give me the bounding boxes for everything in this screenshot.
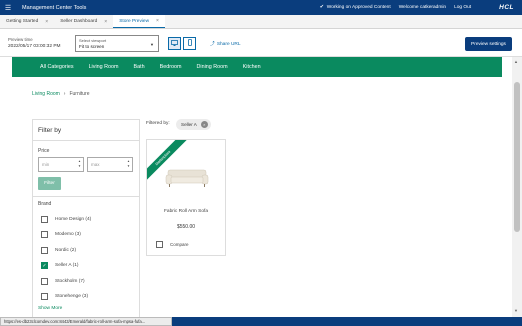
filter-panel: Filter by Price min ▲ ▼ max ▲ ▼ Filter Bra… — [32, 119, 140, 317]
checkbox[interactable] — [156, 241, 163, 248]
chevron-down-icon: ▼ — [150, 42, 154, 47]
mobile-view-button[interactable] — [183, 37, 196, 50]
tab-label: Store Preview — [119, 18, 150, 24]
checkbox[interactable] — [41, 247, 48, 254]
brand-option[interactable]: Stonehenge (3) — [41, 292, 88, 301]
breadcrumb-separator: › — [63, 91, 66, 97]
preview-settings-button[interactable]: Preview settings — [465, 37, 512, 51]
checkbox[interactable] — [41, 293, 48, 300]
scroll-up-icon[interactable]: ▲ — [514, 59, 518, 64]
nav-item-bedroom[interactable]: Bedroom — [160, 64, 182, 70]
product-card[interactable]: Marketplace Fabric Roll Arm Sofa $550.00… — [146, 139, 226, 256]
hcl-logo: HCL — [499, 4, 514, 11]
close-icon[interactable]: × — [200, 121, 208, 128]
breadcrumb-link[interactable]: Living Room — [32, 91, 60, 97]
close-icon[interactable]: × — [45, 19, 48, 25]
brand-option-label: Modemo (3) — [55, 232, 81, 237]
brand-option-label: Nordic (2) — [55, 248, 77, 253]
close-icon[interactable]: × — [104, 19, 107, 25]
desktop-icon — [171, 39, 178, 48]
breadcrumb-current: Furniture — [69, 91, 90, 97]
filter-chip: Seller A × — [176, 119, 211, 130]
filtered-by-label: Filtered by: — [146, 121, 170, 126]
product-image[interactable] — [165, 166, 209, 190]
viewport-select[interactable]: Select viewport Fit to screen ▼ — [75, 35, 159, 52]
brand-option-label: Stonehenge (3) — [55, 294, 89, 299]
hamburger-icon[interactable]: ☰ — [0, 0, 16, 15]
share-url-link[interactable]: ⤴ Share URL — [210, 40, 241, 47]
browser-status-url: https://es-db23clcomdev.com:8443/Emerald… — [0, 317, 172, 326]
status-area: ✔ Working on Approved Content — [320, 5, 391, 10]
desktop-view-button[interactable] — [168, 37, 181, 50]
show-more-link[interactable]: Show More — [38, 306, 62, 311]
product-price: $550.00 — [176, 224, 196, 230]
welcome-text: Welcome catkeradmin — [398, 5, 447, 10]
tab-label: Seller Dashboard — [60, 19, 98, 24]
breadcrumb: Living Room › Furniture — [32, 91, 89, 97]
nav-item-all-categories[interactable]: All Categories — [40, 64, 74, 70]
brand-option[interactable]: Stockholm (7) — [41, 277, 85, 286]
scrollbar-thumb[interactable] — [514, 82, 520, 232]
bottom-bar — [172, 317, 522, 326]
spinner-icon[interactable]: ▲ ▼ — [127, 159, 130, 169]
max-placeholder: max — [91, 162, 100, 167]
status-text: Working on Approved Content — [326, 5, 391, 10]
brand-option[interactable]: Nordic (2) — [41, 246, 76, 255]
compare-label: Compare — [170, 242, 189, 247]
preview-time-value: 2022/05/17 03:00:32 PM — [8, 44, 61, 49]
min-placeholder: min — [42, 162, 50, 167]
divider — [33, 196, 139, 197]
price-min-input[interactable]: min ▲ ▼ — [38, 157, 84, 172]
brand-option-label: Home Design (4) — [55, 217, 92, 222]
checkbox[interactable] — [41, 278, 48, 285]
brand-option[interactable]: Modemo (3) — [41, 230, 81, 239]
top-right-area: ✔ Working on Approved Content Welcome cat… — [320, 0, 522, 15]
tab-strip: Getting Started × Seller Dashboard × Sto… — [0, 15, 522, 29]
filter-title: Filter by — [33, 120, 139, 141]
tab-store-preview[interactable]: Store Preview × — [113, 15, 165, 28]
price-label: Price — [38, 148, 50, 154]
brand-option-label: Stockholm (7) — [55, 279, 85, 284]
filter-chip-label: Seller A — [181, 122, 197, 127]
nav-item-dining-room[interactable]: Dining Room — [197, 64, 228, 70]
product-name[interactable]: Fabric Roll Arm Sofa — [147, 208, 225, 215]
spinner-icon[interactable]: ▲ ▼ — [78, 159, 81, 169]
tab-label: Getting Started — [6, 19, 39, 24]
app-title: Management Center Tools — [22, 4, 87, 11]
price-max-input[interactable]: max ▲ ▼ — [87, 157, 133, 172]
share-url-label: Share URL — [216, 42, 241, 47]
brand-label: Brand — [38, 201, 52, 207]
tab-seller-dashboard[interactable]: Seller Dashboard × — [54, 15, 113, 28]
store-preview-frame: All Categories Living Room Bath Bedroom … — [0, 57, 512, 317]
category-nav: All Categories Living Room Bath Bedroom … — [12, 57, 502, 77]
compare-option[interactable]: Compare — [156, 241, 189, 248]
scroll-down-icon[interactable]: ▼ — [514, 308, 518, 313]
close-icon[interactable]: × — [156, 18, 159, 24]
logout-link[interactable]: Log Out — [454, 5, 471, 10]
filter-button[interactable]: Filter — [38, 177, 61, 190]
checkbox[interactable] — [41, 216, 48, 223]
nav-item-living-room[interactable]: Living Room — [89, 64, 119, 70]
viewport-label: Select viewport — [79, 38, 107, 43]
tab-getting-started[interactable]: Getting Started × — [0, 15, 54, 28]
nav-item-bath[interactable]: Bath — [134, 64, 145, 70]
brand-option[interactable]: Home Design (4) — [41, 215, 91, 224]
checkbox-checked[interactable]: ✓ — [41, 262, 48, 269]
viewport-value: Fit to screen — [79, 44, 105, 49]
brand-option[interactable]: ✓ Seller A (1) — [41, 261, 78, 270]
nav-item-kitchen[interactable]: Kitchen — [243, 64, 261, 70]
mobile-icon — [187, 39, 192, 48]
share-icon: ⤴ — [210, 42, 215, 47]
brand-option-label: Seller A (1) — [55, 263, 79, 268]
checkmark-icon: ✔ — [319, 5, 324, 10]
top-app-bar: ☰ Management Center Tools ✔ Working on Ap… — [0, 0, 522, 15]
preview-time-label: Preview time — [8, 37, 33, 42]
checkbox[interactable] — [41, 231, 48, 238]
